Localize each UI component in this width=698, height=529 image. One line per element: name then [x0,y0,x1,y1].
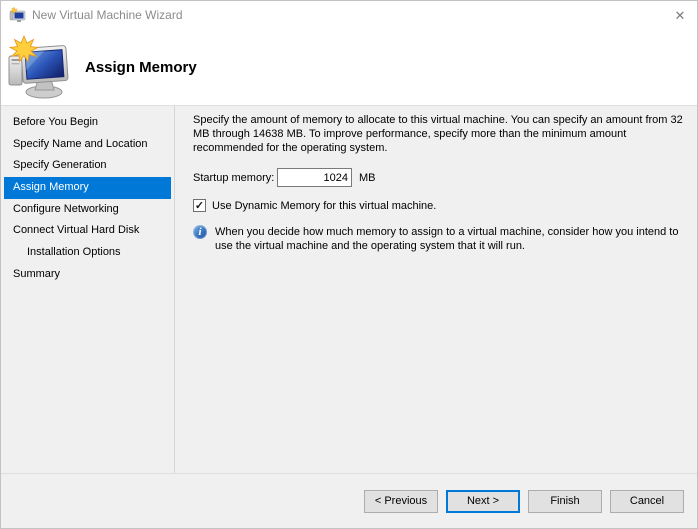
window-title: New Virtual Machine Wizard [32,8,663,22]
previous-button[interactable]: < Previous [364,490,438,513]
sidebar-item-connect-virtual-hard-disk[interactable]: Connect Virtual Hard Disk [4,220,171,242]
sidebar-item-configure-networking[interactable]: Configure Networking [4,199,171,221]
sidebar-item-summary[interactable]: Summary [4,264,171,286]
titlebar: New Virtual Machine Wizard ✕ [1,1,697,29]
startup-memory-label: Startup memory: [193,172,277,184]
cancel-button[interactable]: Cancel [610,490,684,513]
finish-button[interactable]: Finish [528,490,602,513]
dynamic-memory-row: ✓ Use Dynamic Memory for this virtual ma… [193,199,696,212]
sidebar-item-specify-generation[interactable]: Specify Generation [4,155,171,177]
dynamic-memory-label: Use Dynamic Memory for this virtual mach… [212,200,436,212]
wizard-body: Before You Begin Specify Name and Locati… [1,106,697,473]
info-icon: i [193,225,207,239]
wizard-steps-sidebar: Before You Begin Specify Name and Locati… [1,106,175,473]
next-button[interactable]: Next > [446,490,520,513]
sidebar-item-assign-memory[interactable]: Assign Memory [4,177,171,199]
close-icon[interactable]: ✕ [663,1,697,29]
wizard-page-content: Specify the amount of memory to allocate… [175,106,698,473]
description-text: Specify the amount of memory to allocate… [193,113,696,155]
startup-memory-unit: MB [359,172,376,184]
info-note-text: When you decide how much memory to assig… [215,225,693,253]
checkmark-icon: ✓ [195,201,204,211]
dynamic-memory-checkbox[interactable]: ✓ [193,199,206,212]
wizard-header: Assign Memory [1,29,697,106]
sidebar-item-before-you-begin[interactable]: Before You Begin [4,112,171,134]
app-icon [9,7,26,24]
page-title: Assign Memory [85,59,197,76]
startup-memory-row: Startup memory: MB [193,168,696,187]
startup-memory-input[interactable] [277,168,352,187]
wizard-computer-icon [7,35,73,101]
sidebar-item-specify-name-and-location[interactable]: Specify Name and Location [4,134,171,156]
info-note-row: i When you decide how much memory to ass… [193,225,696,253]
new-vm-wizard-dialog: New Virtual Machine Wizard ✕ [0,0,698,529]
wizard-footer: < Previous Next > Finish Cancel [1,473,697,528]
sidebar-item-installation-options[interactable]: Installation Options [4,242,171,264]
